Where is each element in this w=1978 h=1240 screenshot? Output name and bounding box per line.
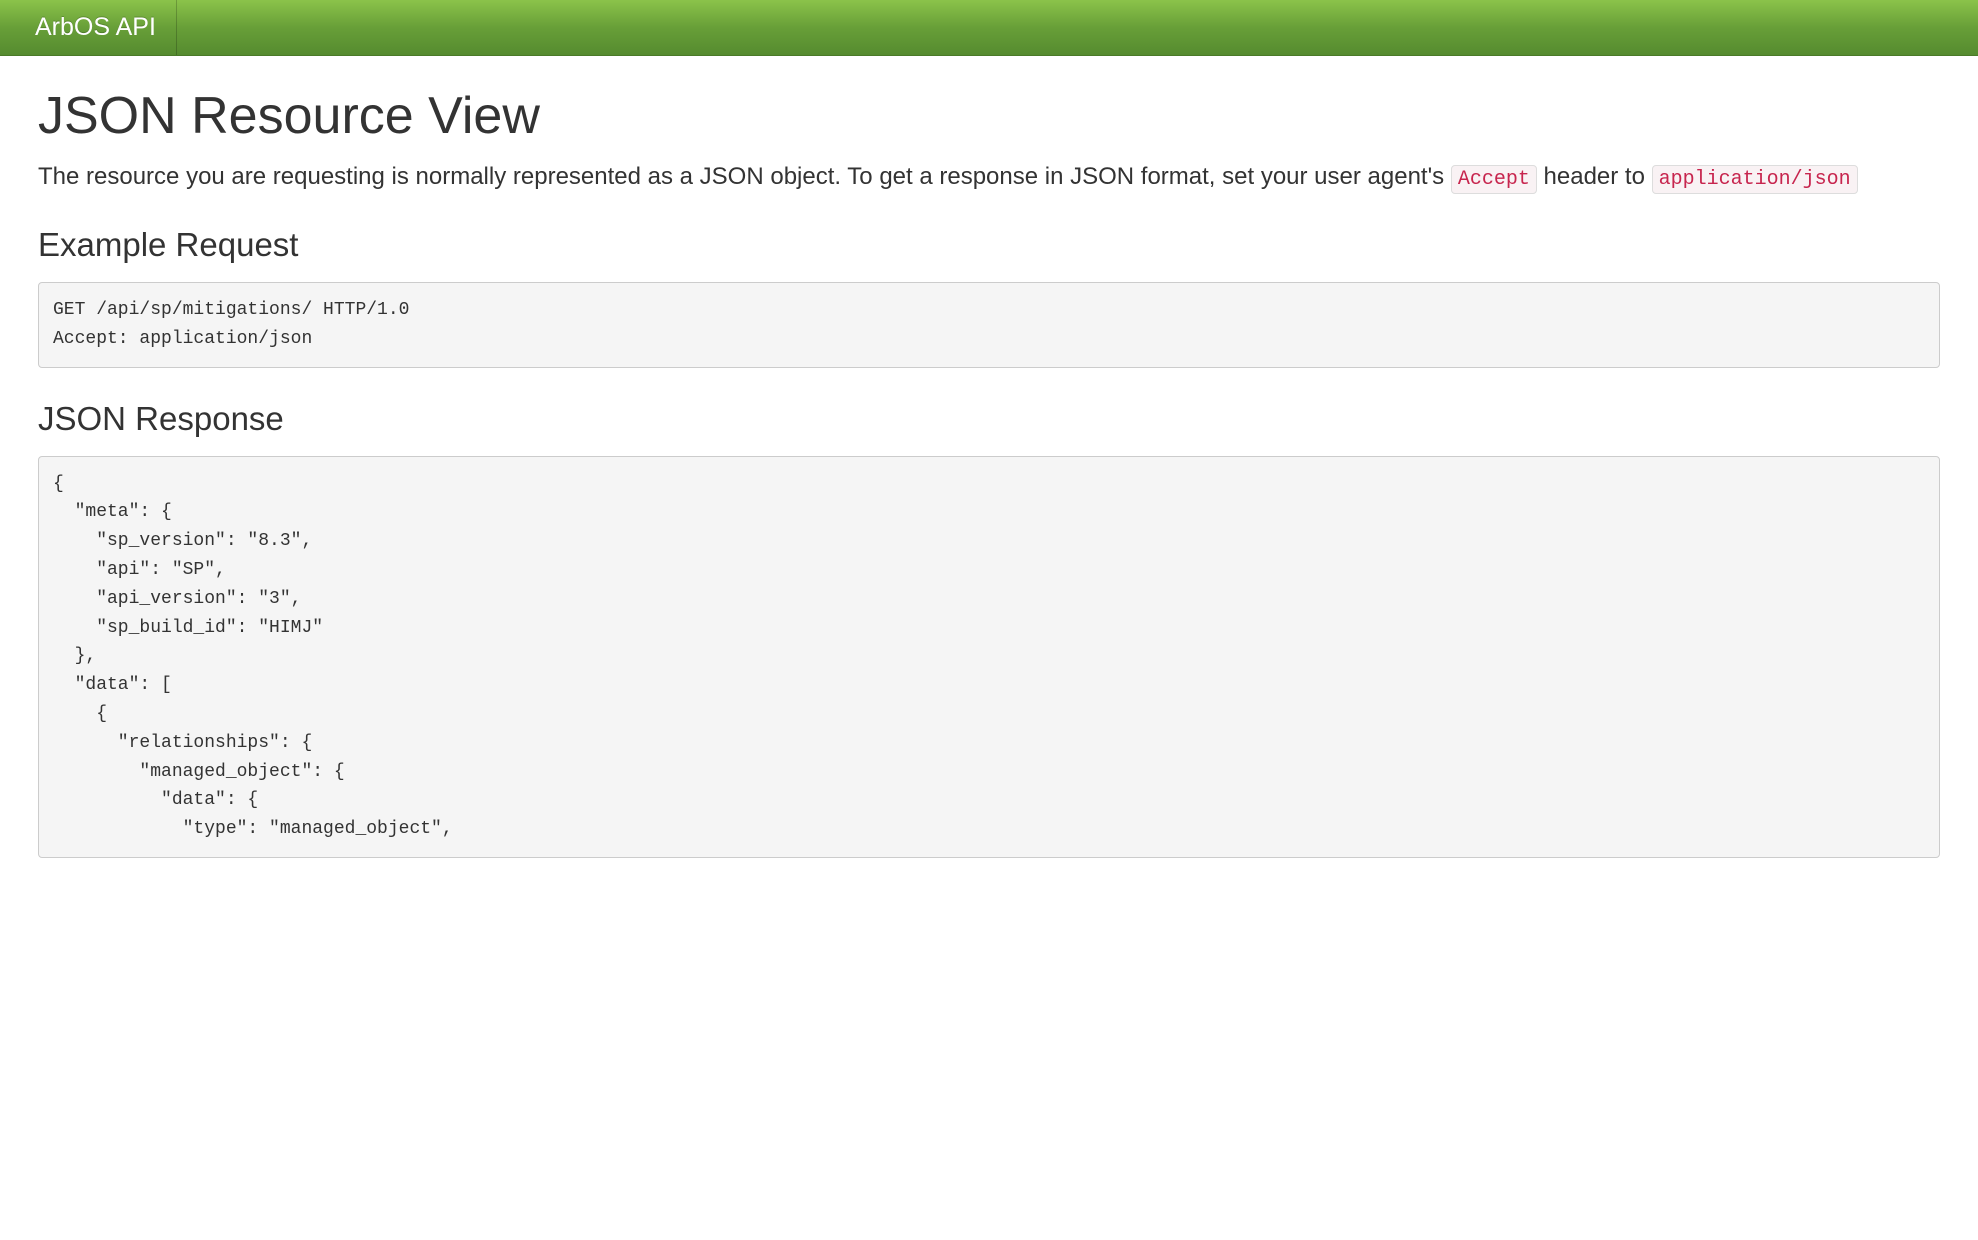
- json-response-heading: JSON Response: [38, 400, 1940, 438]
- navbar-brand[interactable]: ArbOS API: [15, 0, 177, 55]
- example-request-code: GET /api/sp/mitigations/ HTTP/1.0 Accept…: [38, 282, 1940, 368]
- lead-paragraph: The resource you are requesting is norma…: [38, 160, 1940, 194]
- lead-text-1: The resource you are requesting is norma…: [38, 163, 1451, 190]
- mime-type-code: application/json: [1652, 165, 1858, 194]
- lead-text-2: header to: [1537, 163, 1652, 190]
- page-title: JSON Resource View: [38, 86, 1940, 146]
- navbar: ArbOS API: [0, 0, 1978, 56]
- example-request-heading: Example Request: [38, 226, 1940, 264]
- accept-header-code: Accept: [1451, 165, 1537, 194]
- json-response-code: { "meta": { "sp_version": "8.3", "api": …: [38, 456, 1940, 858]
- main-container: JSON Resource View The resource you are …: [0, 56, 1978, 898]
